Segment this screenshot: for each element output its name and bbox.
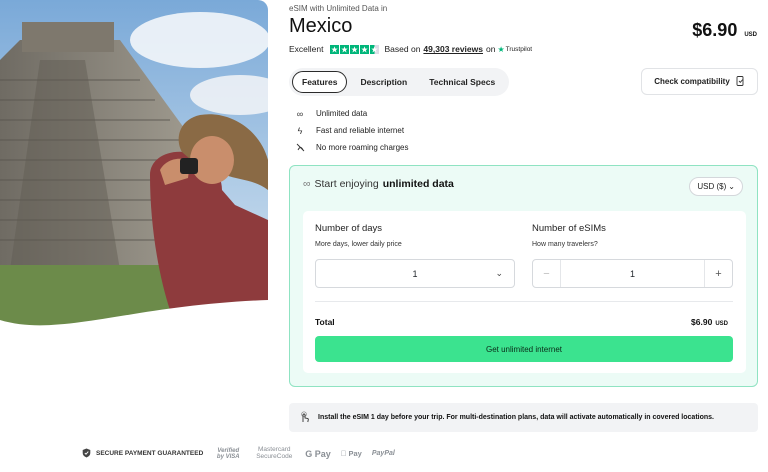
feature-label: Fast and reliable internet (316, 126, 405, 135)
order-card: Number of days More days, lower daily pr… (303, 211, 746, 373)
star-icon (329, 44, 339, 54)
total-amount: $6.90 (691, 317, 713, 327)
tab-description[interactable]: Description (351, 72, 416, 92)
rating-stars (329, 44, 379, 54)
verified-by-visa-logo: Verified by VISA (216, 447, 240, 460)
price-amount: $6.90 (692, 20, 738, 40)
reviews-link[interactable]: 49,303 reviews (423, 44, 483, 54)
purchase-panel: ∞ Start enjoying unlimited data USD ($) … (289, 165, 758, 387)
chevron-down-icon: ⌄ (728, 182, 735, 191)
phone-check-icon (736, 75, 745, 88)
esims-label: Number of eSIMs (532, 223, 606, 234)
decrement-button[interactable]: − (533, 260, 561, 287)
currency-select[interactable]: USD ($) ⌄ (689, 177, 743, 196)
divider (315, 301, 733, 302)
days-column: Number of days More days, lower daily pr… (315, 223, 402, 248)
esims-sub: How many travelers? (532, 241, 598, 248)
get-unlimited-internet-button[interactable]: Get unlimited internet (315, 336, 733, 362)
mastercard-securecode-logo: Mastercard SecureCode (256, 446, 293, 460)
trustpilot-logo: ★ Trustpilot (497, 45, 532, 54)
esims-stepper: − 1 + (532, 259, 733, 288)
check-compatibility-button[interactable]: Check compatibility (641, 68, 758, 95)
trustpilot-rating: Excellent Based on 49,303 reviews on ★ T… (289, 44, 532, 54)
tab-technical-specs[interactable]: Technical Specs (420, 72, 504, 92)
panel-heading-prefix: Start enjoying (314, 178, 379, 190)
page-title: Mexico (289, 15, 353, 37)
days-sub: More days, lower daily price (315, 241, 402, 248)
apple-pay-label: Pay (340, 449, 362, 458)
panel-heading-bold: unlimited data (382, 178, 454, 190)
total-price: $6.90 USD (691, 317, 728, 327)
hand-tap-icon (299, 410, 310, 425)
price-currency: USD (744, 32, 757, 38)
paypal-logo: PayPal (364, 450, 395, 457)
tab-bar: Features Description Technical Specs (289, 68, 509, 96)
feature-label: Unlimited data (316, 109, 368, 118)
star-icon (359, 44, 369, 54)
feature-list: ∞ Unlimited data ϟ Fast and reliable int… (294, 105, 408, 156)
rating-label: Excellent (289, 44, 324, 54)
install-notice-text: Install the eSIM 1 day before your trip.… (318, 414, 714, 421)
increment-button[interactable]: + (704, 260, 732, 287)
total-label: Total (315, 317, 335, 327)
check-compatibility-label: Check compatibility (654, 77, 730, 86)
tab-features[interactable]: Features (292, 71, 348, 93)
rating-on: on (485, 44, 496, 54)
trustpilot-star-icon: ★ (497, 44, 505, 54)
esims-column: Number of eSIMs How many travelers? (532, 223, 606, 248)
secure-payment: SECURE PAYMENT GUARANTEED (82, 448, 203, 460)
install-notice: Install the eSIM 1 day before your trip.… (289, 403, 758, 432)
trustpilot-name: Trustpilot (505, 45, 533, 53)
days-label: Number of days (315, 223, 383, 234)
feature-label: No more roaming charges (316, 143, 409, 152)
payment-methods: SECURE PAYMENT GUARANTEED Verified by VI… (82, 446, 395, 460)
feature-item: No more roaming charges (294, 139, 408, 156)
star-icon (349, 44, 359, 54)
chevron-down-icon: ⌄ (495, 268, 503, 278)
lightning-icon: ϟ (297, 125, 303, 136)
days-select[interactable]: 1 ⌄ (315, 259, 515, 288)
secure-payment-label: SECURE PAYMENT GUARANTEED (96, 450, 204, 457)
price: $6.90 USD (692, 20, 757, 41)
currency-value: USD ($) (697, 182, 727, 191)
total-currency: USD (715, 321, 728, 327)
star-icon (339, 44, 349, 54)
feature-item: ∞ Unlimited data (294, 105, 408, 122)
feature-item: ϟ Fast and reliable internet (294, 122, 408, 139)
apple-pay-logo:  Pay (341, 449, 362, 458)
breadcrumb: eSIM with Unlimited Data in (289, 4, 388, 13)
panel-heading: ∞ Start enjoying unlimited data (303, 178, 454, 190)
infinity-icon: ∞ (303, 178, 311, 190)
google-pay-logo: G Pay (305, 448, 331, 459)
esims-value[interactable]: 1 (561, 269, 704, 279)
days-value: 1 (412, 268, 418, 279)
rating-based-on: Based on (384, 44, 421, 54)
shield-check-icon (82, 448, 91, 460)
no-roaming-icon (294, 143, 306, 152)
hero-image (0, 0, 268, 330)
star-half-icon (369, 44, 379, 54)
infinity-icon: ∞ (296, 108, 304, 119)
